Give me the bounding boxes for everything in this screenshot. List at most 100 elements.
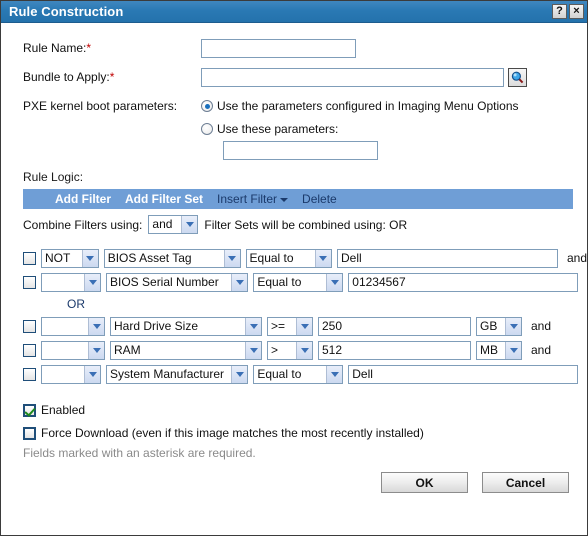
enabled-checkbox[interactable] — [23, 403, 36, 417]
filter-set-separator: OR — [67, 297, 85, 311]
value-input[interactable] — [336, 248, 558, 268]
rule-construction-dialog: Rule Construction ? × Rule Name:* Bundle… — [0, 0, 588, 536]
chevron-down-icon — [280, 197, 289, 202]
row-conjunction: and — [531, 319, 552, 333]
operator-select[interactable]: Equal to — [245, 248, 332, 268]
filter-row: Hard Drive Size >= GB and — [23, 314, 587, 338]
negate-select[interactable] — [41, 272, 101, 292]
required-asterisk: * — [109, 70, 115, 84]
chevron-down-icon — [231, 273, 248, 291]
force-download-row: Force Download (even if this image match… — [23, 423, 587, 443]
filter-row-checkbox[interactable] — [23, 343, 36, 357]
filter-row-checkbox[interactable] — [23, 367, 36, 381]
row-conjunction: and — [566, 251, 587, 265]
delete-button[interactable]: Delete — [302, 192, 337, 206]
chevron-down-icon — [326, 365, 343, 383]
filter-row: RAM > MB and — [23, 338, 587, 362]
pxe-these-row: Use these parameters: — [1, 119, 587, 138]
negate-select[interactable] — [41, 340, 105, 360]
negate-select[interactable] — [41, 364, 101, 384]
value-input[interactable] — [348, 272, 578, 292]
dialog-footer: Enabled Force Download (even if this ima… — [1, 400, 587, 460]
pxe-radio-these-label: Use these parameters: — [217, 121, 339, 136]
window-controls: ? × — [552, 4, 584, 19]
field-select[interactable]: RAM — [110, 340, 262, 360]
window-title: Rule Construction — [9, 4, 124, 19]
combine-filters-row: Combine Filters using: and Filter Sets w… — [1, 215, 587, 234]
cancel-button[interactable]: Cancel — [482, 472, 569, 493]
chevron-down-icon — [296, 317, 312, 335]
value-input[interactable] — [318, 340, 471, 360]
row-conjunction: and — [531, 343, 552, 357]
filter-row-checkbox[interactable] — [23, 275, 36, 289]
rule-logic-label: Rule Logic: — [23, 170, 84, 184]
force-download-checkbox[interactable] — [23, 426, 36, 440]
value-input[interactable] — [318, 316, 471, 336]
pxe-label: PXE kernel boot parameters: — [23, 99, 178, 113]
bundle-row: Bundle to Apply:* — [1, 66, 587, 88]
filter-row: BIOS Serial Number Equal to — [23, 270, 587, 294]
add-filter-button[interactable]: Add Filter — [55, 192, 111, 206]
rule-name-label: Rule Name:* — [23, 41, 92, 55]
enabled-row: Enabled — [23, 400, 587, 420]
negate-select[interactable] — [41, 316, 105, 336]
chevron-down-icon — [84, 273, 100, 291]
value-input[interactable] — [348, 364, 578, 384]
filter-row-checkbox[interactable] — [23, 251, 36, 265]
button-bar: OK Cancel — [1, 472, 587, 493]
title-bar: Rule Construction ? × — [1, 1, 587, 23]
operator-select[interactable]: > — [267, 340, 313, 360]
chevron-down-icon — [84, 365, 100, 383]
magnifier-icon[interactable] — [508, 67, 527, 87]
insert-filter-menu[interactable]: Insert Filter — [217, 192, 289, 206]
filter-row: System Manufacturer Equal to — [23, 362, 587, 386]
field-select[interactable]: BIOS Serial Number — [106, 272, 249, 292]
bundle-label: Bundle to Apply:* — [23, 70, 115, 84]
filter-list: NOT BIOS Asset Tag Equal to and — [1, 246, 587, 386]
rule-name-input[interactable] — [201, 38, 356, 58]
combine-filters-select[interactable]: and — [148, 215, 199, 234]
filter-row: NOT BIOS Asset Tag Equal to and — [23, 246, 587, 270]
required-asterisk: * — [86, 41, 92, 55]
filter-sets-note: Filter Sets will be combined using: OR — [204, 217, 408, 232]
field-select[interactable]: Hard Drive Size — [110, 316, 262, 336]
unit-select[interactable]: GB — [476, 316, 522, 336]
unit-select[interactable]: MB — [476, 340, 522, 360]
pxe-label-row: PXE kernel boot parameters: Use the para… — [1, 95, 587, 117]
rule-name-row: Rule Name:* — [1, 37, 587, 59]
operator-select[interactable]: Equal to — [253, 272, 344, 292]
chevron-down-icon — [326, 273, 343, 291]
negate-select[interactable]: NOT — [41, 248, 99, 268]
chevron-down-icon — [505, 317, 521, 335]
help-button[interactable]: ? — [552, 4, 567, 19]
pxe-params-row — [1, 141, 587, 160]
ok-button[interactable]: OK — [381, 472, 468, 493]
chevron-down-icon — [296, 341, 312, 359]
rule-logic-toolbar: Add Filter Add Filter Set Insert Filter … — [23, 189, 573, 209]
dialog-body: Rule Name:* Bundle to Apply:* PXE kernel… — [1, 23, 587, 493]
bundle-input[interactable] — [201, 67, 504, 87]
chevron-down-icon — [245, 317, 261, 335]
add-filter-set-button[interactable]: Add Filter Set — [125, 192, 203, 206]
field-select[interactable]: System Manufacturer — [106, 364, 249, 384]
enabled-label: Enabled — [41, 403, 86, 417]
chevron-down-icon — [88, 341, 104, 359]
chevron-down-icon — [314, 249, 331, 267]
pxe-params-input[interactable] — [223, 141, 378, 160]
pxe-radio-these[interactable] — [201, 122, 213, 135]
chevron-down-icon — [223, 249, 240, 267]
pxe-radio-configured[interactable] — [201, 100, 213, 112]
operator-select[interactable]: Equal to — [253, 364, 344, 384]
chevron-down-icon — [231, 365, 248, 383]
close-button[interactable]: × — [569, 4, 584, 19]
asterisk-note: Fields marked with an asterisk are requi… — [23, 446, 256, 460]
operator-select[interactable]: >= — [267, 316, 313, 336]
chevron-down-icon — [81, 249, 98, 267]
pxe-radio-configured-label: Use the parameters configured in Imaging… — [217, 99, 519, 113]
combine-filters-label: Combine Filters using: — [23, 217, 143, 232]
chevron-down-icon — [505, 341, 521, 359]
field-select[interactable]: BIOS Asset Tag — [103, 248, 241, 268]
chevron-down-icon — [88, 317, 104, 335]
filter-row-checkbox[interactable] — [23, 319, 36, 333]
chevron-down-icon — [245, 341, 261, 359]
